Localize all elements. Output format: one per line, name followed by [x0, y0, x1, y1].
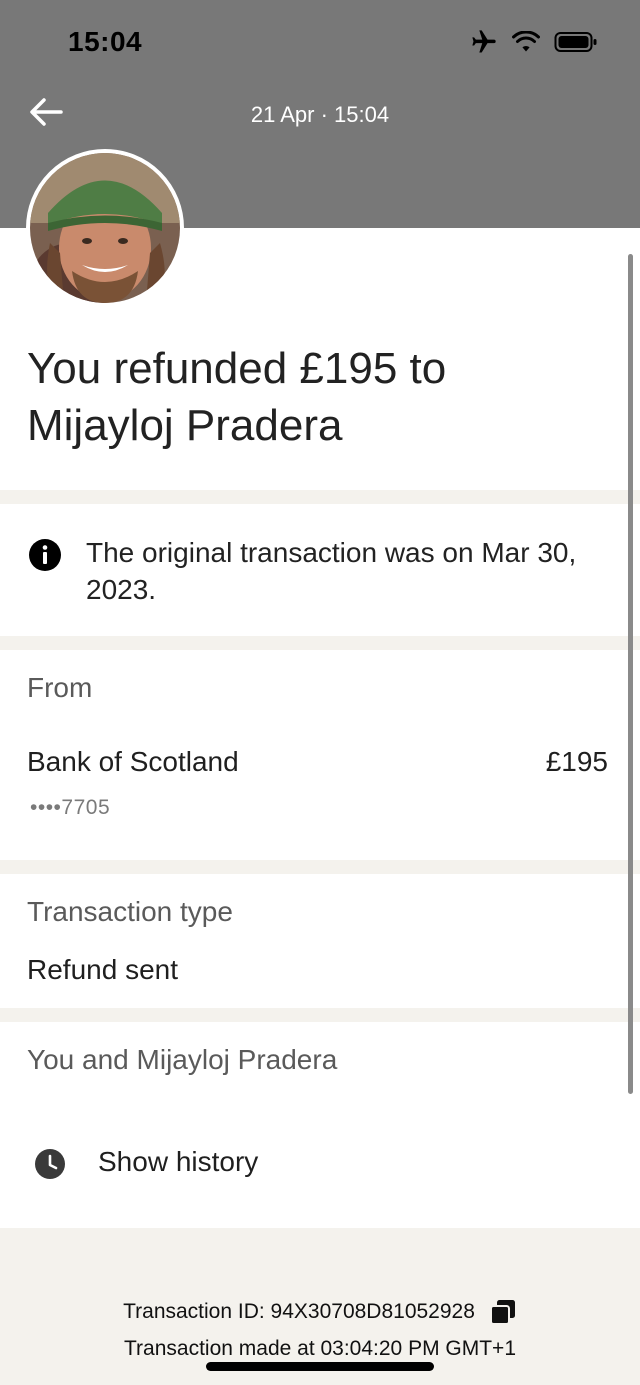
amount: £195 [545, 746, 608, 777]
info-icon [29, 539, 61, 571]
from-section: From Bank of Scotland £195 ••••7705 [0, 650, 640, 860]
history-heading: You and Mijayloj Pradera [27, 1044, 338, 1075]
airplane-icon [472, 30, 496, 53]
info-banner: The original transaction was on Mar 30, … [0, 504, 640, 636]
copy-icon[interactable] [489, 1298, 517, 1326]
home-indicator[interactable] [206, 1362, 434, 1371]
status-time: 15:04 [68, 26, 143, 57]
transaction-id-row: Transaction ID: 94X30708D81052928 [0, 1298, 640, 1326]
transaction-type-label: Transaction type [27, 896, 233, 927]
original-transaction-note: The original transaction was on Mar 30, … [86, 537, 577, 605]
bank-name: Bank of Scotland [27, 746, 239, 777]
transaction-detail-screen: 15:04 21 Apr · 15:04 You refunded £195 t… [0, 0, 640, 1385]
account-number: ••••7705 [30, 796, 111, 819]
transaction-id: Transaction ID: 94X30708D81052928 [123, 1300, 475, 1323]
page-title: You refunded £195 to Mijayloj Pradera [27, 344, 447, 450]
avatar [26, 149, 184, 307]
transaction-datetime: 21 Apr · 15:04 [250, 102, 390, 127]
wifi-icon [512, 31, 540, 52]
clock-icon [35, 1149, 65, 1179]
transaction-type-value: Refund sent [27, 954, 178, 985]
status-icons [470, 28, 598, 56]
scrollbar[interactable] [628, 254, 633, 1094]
transaction-made-at: Transaction made at 03:04:20 PM GMT+1 [124, 1337, 516, 1360]
show-history-label: Show history [98, 1146, 259, 1177]
transaction-type-section: Transaction type Refund sent [0, 874, 640, 1008]
battery-icon [554, 32, 597, 52]
from-label: From [27, 672, 93, 703]
show-history-button[interactable]: Show history [0, 1134, 640, 1194]
history-section: You and Mijayloj Pradera Show history [0, 1022, 640, 1228]
